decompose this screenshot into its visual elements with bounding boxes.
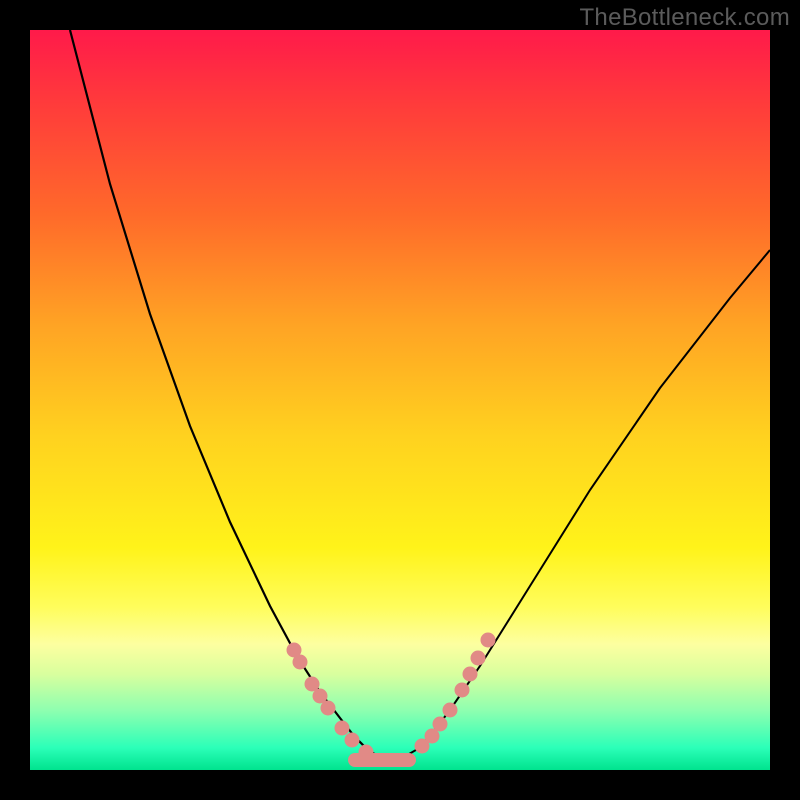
- marker-dot: [481, 633, 496, 648]
- marker-dot: [471, 651, 486, 666]
- marker-dot: [359, 745, 374, 760]
- marker-dot: [305, 677, 320, 692]
- marker-dot: [345, 733, 360, 748]
- right-curve-path: [390, 250, 770, 760]
- marker-dot: [321, 701, 336, 716]
- bottom-bar-rect: [348, 753, 416, 767]
- plot-area: [30, 30, 770, 770]
- marker-dot: [415, 739, 430, 754]
- marker-dot: [313, 689, 328, 704]
- watermark-text: TheBottleneck.com: [579, 4, 790, 32]
- marker-dot: [293, 655, 308, 670]
- marker-dot: [335, 721, 350, 736]
- right-markers-group: [415, 633, 496, 754]
- left-curve-path: [70, 30, 390, 760]
- marker-dot: [463, 667, 478, 682]
- marker-dot: [455, 683, 470, 698]
- marker-dot: [425, 729, 440, 744]
- marker-dot: [287, 643, 302, 658]
- left-markers-group: [287, 643, 374, 760]
- marker-dot: [433, 717, 448, 732]
- marker-dot: [443, 703, 458, 718]
- chart-container: TheBottleneck.com: [0, 0, 800, 800]
- curve-svg: [30, 30, 770, 770]
